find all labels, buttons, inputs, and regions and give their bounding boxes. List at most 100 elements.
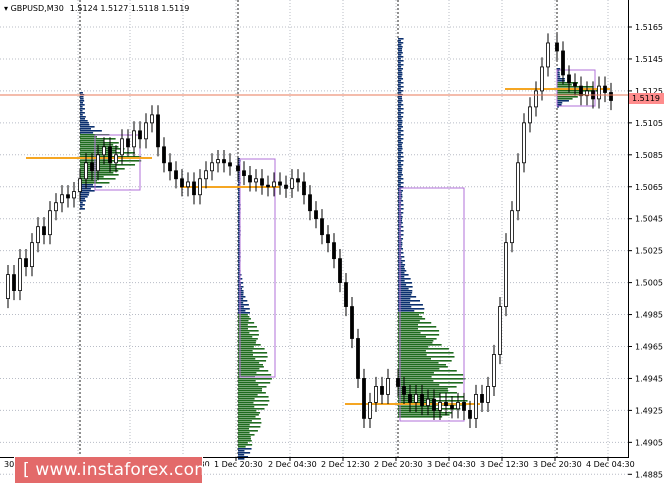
candle-body [78,178,82,192]
profile-bar [398,60,404,62]
profile-bar [238,446,246,448]
profile-bar [398,102,402,104]
candle-body [462,402,466,411]
profile-bar [398,350,426,352]
profile-bar [398,164,404,166]
profile-bar [398,300,421,302]
profile-bar [238,362,260,364]
profile-bar [557,96,578,98]
price-axis[interactable]: 1.51651.51451.51251.51051.50851.50651.50… [628,23,663,479]
profile-bar [80,92,83,94]
profile-bar [398,320,420,322]
profile-bar [238,440,252,442]
profile-bar [80,206,83,208]
candle-body [350,306,354,339]
profile-bar [80,116,86,118]
profile-bar [398,124,402,126]
profile-bar [398,238,404,240]
candle-body [380,386,384,395]
candle-body [36,226,40,244]
candle-body [450,405,454,410]
profile-bar [398,368,440,370]
profile-bar [398,90,404,92]
profile-bar [238,428,250,430]
candle-body [108,146,112,164]
profile-bar [557,100,569,102]
candle-body [186,181,190,188]
profile-bar [398,382,463,384]
profile-bar [398,170,403,172]
price-label: 1.4985 [635,311,663,320]
candle-body [60,194,64,204]
profile-bar [80,98,84,100]
candle-body [516,162,520,212]
profile-bar [80,120,88,122]
time-label: 2 Dec 12:30 [321,460,370,469]
time-label: 4 Dec 04:30 [586,460,635,469]
candle-body [216,159,220,164]
profile-bar [398,212,404,214]
profile-bar [238,360,267,362]
profile-bar [398,338,437,340]
profile-bar [398,348,449,350]
profile-bar [238,324,248,326]
chart-window[interactable]: 1.5165 1.5145 1.5125 1.5105 1.5085 1.5065 1.50… [0,0,664,498]
profile-bar [398,208,404,210]
profile-bar [80,164,136,166]
profile-bar [238,366,264,368]
profile-bar [238,378,272,380]
profile-bar [398,264,406,266]
profile-bar [398,362,439,364]
profile-bar [238,284,241,286]
profile-bar [398,80,402,82]
profile-bar [238,452,251,454]
candle-body [168,162,172,172]
candle-body [174,170,178,180]
profile-bar [238,348,265,350]
candle-body [338,258,342,284]
profile-bar [238,356,268,358]
candle-body [555,42,559,52]
profile-bar [238,396,269,398]
profile-bar [398,172,402,174]
candle-body [102,146,106,156]
profile-bar [398,296,417,298]
candle-body [126,138,130,148]
candle-body [420,394,424,407]
profile-bar [398,128,402,130]
candle-body [561,50,565,76]
profile-bar [398,386,457,388]
profile-bar [398,136,401,138]
candle-body [402,386,406,395]
profile-bar [398,46,403,48]
profile-bar [398,414,450,416]
price-chart[interactable]: 1.51651.51451.51251.51051.50851.50651.50… [0,0,664,498]
profile-bar [238,450,245,452]
candle-body [260,178,264,186]
profile-bar [398,134,404,136]
profile-bar [80,202,83,204]
profile-bar [398,144,402,146]
profile-bar [398,64,404,66]
profile-bar [398,396,465,398]
candle-body [522,122,526,164]
profile-bar [398,78,404,80]
profile-bar [398,140,402,142]
candle-body [332,242,336,260]
watermark[interactable]: [ www.instaforex.com ] [14,456,223,484]
profile-bar [398,76,402,78]
profile-bar [238,338,258,340]
profile-bar [398,326,437,328]
candle-body [540,66,544,92]
profile-bar [398,162,401,164]
profile-bar [238,448,252,450]
profile-bar [80,194,89,196]
profile-bar [80,100,85,102]
candle-body [368,402,372,419]
candle-body [444,402,448,407]
profile-bar [238,436,251,438]
profile-bar [238,418,261,420]
profile-bar [398,266,405,268]
profile-bar [557,102,563,104]
candle-body [278,181,282,186]
